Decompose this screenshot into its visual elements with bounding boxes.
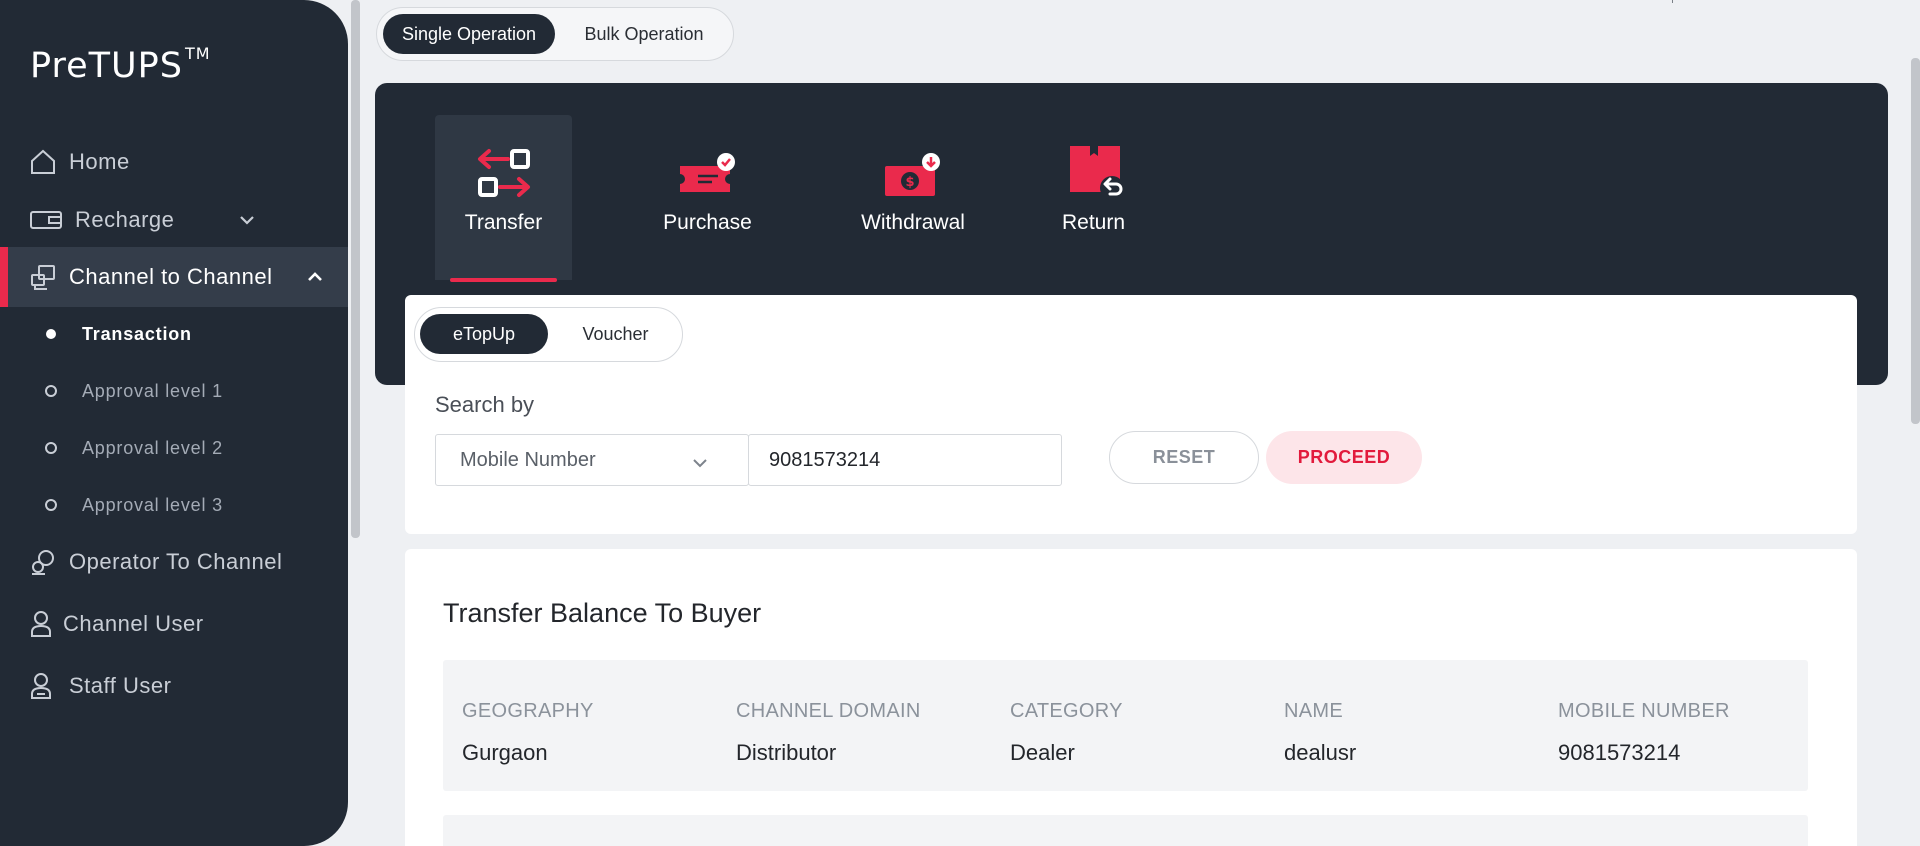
sidebar-subitem-label: Transaction [82,323,192,344]
column-value: Dealer [1010,740,1075,765]
chevron-down-icon[interactable] [237,210,257,230]
sidebar-item-label: Home [69,149,130,174]
etopup-button[interactable]: eTopUp [420,314,548,354]
sidebar-subitem-approval-2[interactable]: Approval level 2 [0,428,348,468]
single-operation-button[interactable]: Single Operation [383,14,555,54]
sidebar-subitem-label: Approval level 3 [82,494,223,515]
proceed-button[interactable]: PROCEED [1266,431,1422,484]
voucher-button[interactable]: Voucher [554,314,677,354]
transfer-icon [474,147,534,205]
buyer-details-table [443,815,1808,846]
buyer-info-table: GEOGRAPHY Gurgaon CHANNEL DOMAIN Distrib… [443,660,1808,791]
sidebar-subitem-approval-1[interactable]: Approval level 1 [0,371,348,411]
main-scrollbar[interactable] [1911,58,1920,424]
column-header: CATEGORY [1010,700,1123,722]
tab-return[interactable]: Return [1047,115,1140,280]
column-value: Gurgaon [462,740,548,765]
sidebar-item-channel-user[interactable]: Channel User [0,594,348,654]
tab-purchase[interactable]: Purchase [640,115,775,280]
reset-button[interactable]: RESET [1109,431,1259,484]
search-by-label: Search by [435,392,535,417]
recharge-icon [29,206,63,234]
sidebar-item-operator-to-channel[interactable]: Operator To Channel [0,532,348,592]
tab-transfer[interactable]: Transfer [435,115,572,282]
search-type-select[interactable]: Mobile Number [435,434,749,486]
sidebar-item-label: Staff User [69,673,172,698]
info-column-name: NAME dealusr [1284,700,1356,766]
bullet-icon [45,442,57,454]
bullet-icon [45,499,57,511]
sidebar-subitem-label: Approval level 1 [82,380,223,401]
sidebar: PreTUPS TM Home Recharge Channel to Chann… [0,0,348,846]
sidebar-subitem-label: Approval level 2 [82,437,223,458]
info-column-geography: GEOGRAPHY Gurgaon [462,700,594,766]
staff-icon [27,672,55,700]
sidebar-scrollbar[interactable] [351,0,360,538]
sidebar-item-home[interactable]: Home [0,132,348,192]
purchase-icon [678,152,738,204]
sidebar-item-label: Channel User [63,611,204,636]
info-column-channel-domain: CHANNEL DOMAIN Distributor [736,700,921,766]
tab-label: Return [1061,211,1126,234]
user-icon [27,610,55,638]
operation-toggle: Single Operation Bulk Operation [376,7,734,61]
section-title: Transfer Balance To Buyer [443,598,762,628]
select-value: Mobile Number [460,448,596,471]
info-column-mobile-number: MOBILE NUMBER 9081573214 [1558,700,1730,766]
svg-text:$: $ [905,175,914,190]
bullet-icon [45,385,57,397]
sidebar-item-label: Channel to Channel [69,264,273,289]
sidebar-item-label: Operator To Channel [69,549,283,574]
chevron-down-icon [692,451,708,474]
channel-icon [29,263,57,291]
bulk-operation-button[interactable]: Bulk Operation [561,14,727,54]
home-icon [29,148,57,176]
column-value: 9081573214 [1558,740,1681,765]
bullet-icon [46,329,56,339]
sidebar-subitem-approval-3[interactable]: Approval level 3 [0,485,348,525]
mobile-number-input[interactable] [748,434,1062,486]
column-header: CHANNEL DOMAIN [736,700,921,722]
column-value: dealusr [1284,740,1357,765]
chevron-up-icon[interactable] [305,267,325,287]
tab-label: Purchase [663,211,752,234]
return-icon [1064,144,1124,206]
sidebar-subitem-transaction[interactable]: Transaction [0,314,348,354]
operator-icon [29,548,57,576]
column-header: GEOGRAPHY [462,700,594,722]
sidebar-item-staff-user[interactable]: Staff User [0,656,348,716]
withdrawal-icon: $ [883,152,943,204]
column-value: Distributor [736,740,837,765]
sidebar-item-channel-to-channel[interactable]: Channel to Channel [0,247,348,307]
brand-logo: PreTUPS TM [30,44,211,86]
info-column-category: CATEGORY Dealer [1010,700,1123,766]
column-header: NAME [1284,700,1343,722]
brand-name: PreTUPS [30,46,183,86]
tab-withdrawal[interactable]: $ Withdrawal [845,115,981,280]
column-header: MOBILE NUMBER [1558,700,1730,722]
sidebar-item-label: Recharge [75,207,175,232]
sidebar-item-recharge[interactable]: Recharge [0,190,348,250]
tab-label: Withdrawal [861,211,965,234]
brand-trademark: TM [184,44,211,63]
transaction-type-toggle: eTopUp Voucher [414,307,683,362]
divider [1672,0,1673,3]
tab-label: Transfer [464,211,543,234]
